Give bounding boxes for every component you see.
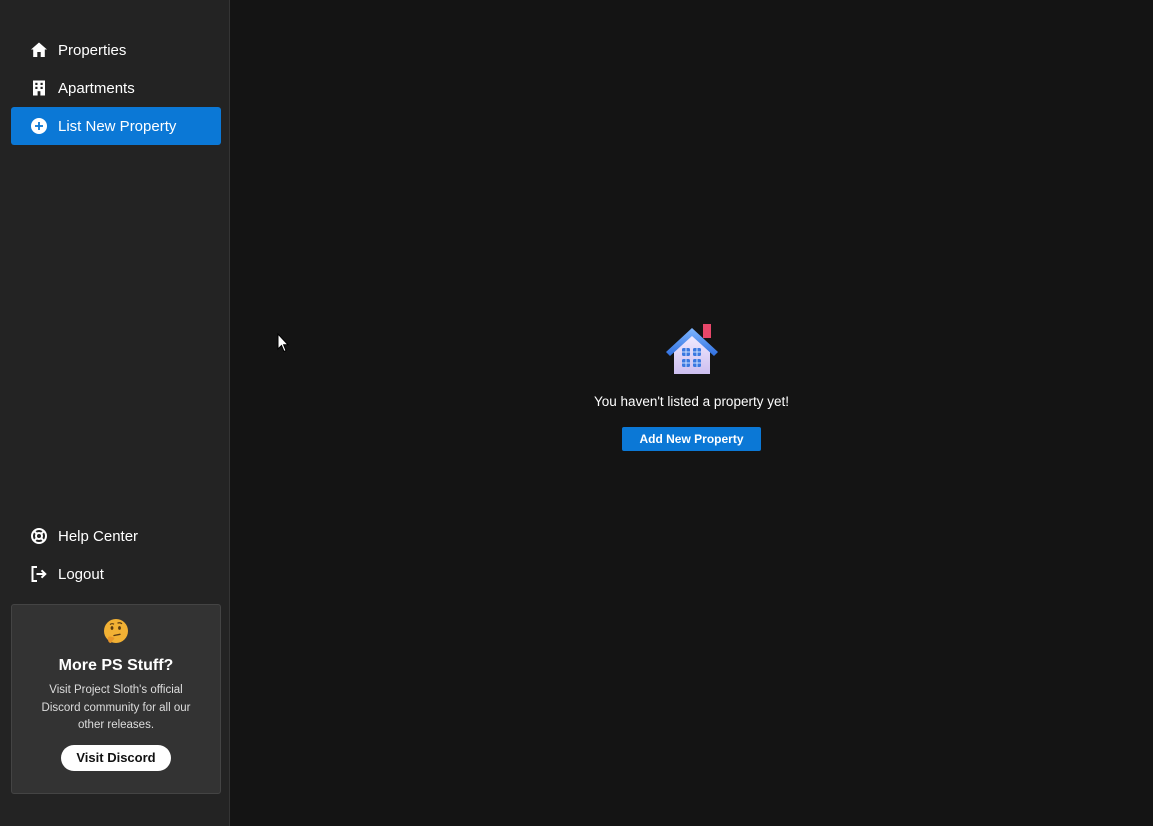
mouse-cursor-icon xyxy=(277,332,290,353)
promo-card: More PS Stuff? Visit Project Sloth's off… xyxy=(11,604,221,794)
sidebar-item-label: List New Property xyxy=(58,117,177,135)
empty-state-message: You haven't listed a property yet! xyxy=(594,394,789,409)
sidebar-nav: Properties Apartments List New Property xyxy=(11,31,221,145)
sidebar-item-label: Help Center xyxy=(58,527,139,545)
main-content: You haven't listed a property yet! Add N… xyxy=(230,0,1153,826)
visit-discord-button[interactable]: Visit Discord xyxy=(61,744,171,771)
app-window: Properties Apartments List New Property … xyxy=(0,0,1153,826)
sidebar-bottom-nav: Help Center Logout xyxy=(11,517,221,593)
plus-circle-icon xyxy=(30,117,48,135)
sidebar-item-help-center[interactable]: Help Center xyxy=(11,517,221,555)
logout-icon xyxy=(30,565,48,583)
sidebar-item-label: Properties xyxy=(58,41,127,59)
empty-state: You haven't listed a property yet! Add N… xyxy=(230,322,1153,451)
sidebar-item-apartments[interactable]: Apartments xyxy=(11,69,221,107)
add-new-property-button[interactable]: Add New Property xyxy=(622,427,761,451)
thinking-face-icon xyxy=(12,617,220,645)
promo-title: More PS Stuff? xyxy=(58,657,174,674)
sidebar-item-label: Logout xyxy=(58,565,104,583)
sidebar: Properties Apartments List New Property … xyxy=(0,0,230,826)
sidebar-item-properties[interactable]: Properties xyxy=(11,31,221,69)
home-icon xyxy=(30,41,48,59)
promo-description: Visit Project Sloth's official Discord c… xyxy=(41,684,191,731)
house-icon xyxy=(230,322,1153,378)
sidebar-item-label: Apartments xyxy=(58,79,135,97)
building-icon xyxy=(30,79,48,97)
lifebuoy-icon xyxy=(30,527,48,545)
sidebar-item-list-new-property[interactable]: List New Property xyxy=(11,107,221,145)
sidebar-item-logout[interactable]: Logout xyxy=(11,555,221,593)
